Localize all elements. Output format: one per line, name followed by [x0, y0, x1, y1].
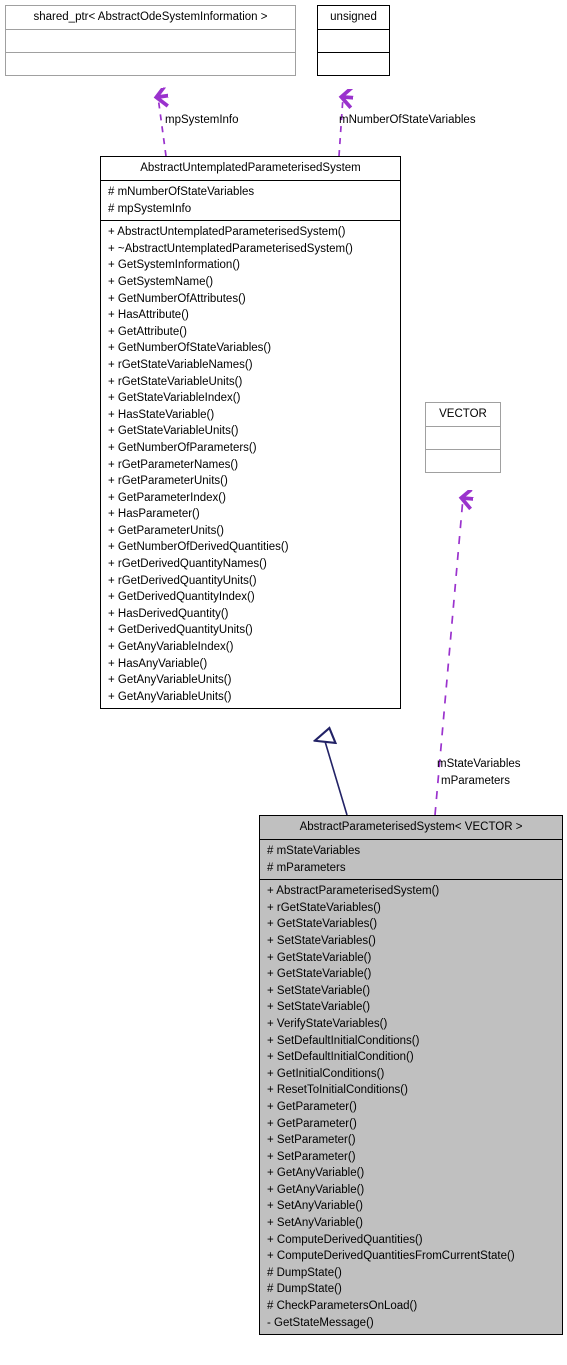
class-member-row: # mpSystemInfo	[108, 202, 192, 215]
class-member-row: # CheckParametersOnLoad()	[267, 1300, 418, 1313]
class-box-vector[interactable]: VECTOR	[425, 402, 501, 473]
class-member-row: + GetInitialConditions()	[267, 1067, 385, 1080]
operations-compartment-shared-ptr	[6, 53, 295, 75]
inheritance-edge	[324, 738, 348, 816]
class-member-row: + rGetDerivedQuantityNames()	[108, 558, 267, 571]
class-member-row: + GetAnyVariable()	[267, 1167, 365, 1180]
class-member-row: # mNumberOfStateVariables	[108, 186, 255, 198]
class-member-row: + SetParameter()	[267, 1134, 356, 1147]
class-box-abstract-parameterised-system[interactable]: AbstractParameterisedSystem< VECTOR > # …	[259, 815, 563, 1336]
class-member-row: + SetAnyVariable()	[267, 1200, 363, 1213]
class-member-row: + AbstractParameterisedSystem()	[267, 885, 440, 898]
class-member-row: + SetStateVariables()	[267, 934, 376, 947]
class-member-row: + GetStateVariable()	[267, 951, 372, 964]
class-member-row: + ~AbstractUntemplatedParameterisedSyste…	[108, 242, 353, 255]
class-member-row: + GetAnyVariableIndex()	[108, 641, 234, 654]
class-member-row: + rGetParameterNames()	[108, 458, 239, 471]
edge-label-mpsysteminfo: mpSystemInfo	[165, 114, 239, 126]
class-member-row: + GetParameterIndex()	[108, 491, 226, 504]
class-member-row: + HasDerivedQuantity()	[108, 607, 229, 620]
class-member-row: + GetStateVariableIndex()	[108, 392, 241, 405]
class-member-row: + SetDefaultInitialConditions()	[267, 1034, 420, 1047]
class-member-row: + VerifyStateVariables()	[267, 1017, 388, 1030]
class-member-row: + GetStateVariableUnits()	[108, 425, 239, 438]
operations-compartment-derived: + AbstractParameterisedSystem() + rGetSta…	[260, 880, 562, 1334]
class-member-row: + ResetToInitialConditions()	[267, 1084, 408, 1097]
class-member-row: - GetStateMessage()	[267, 1316, 374, 1329]
class-title-shared-ptr: shared_ptr< AbstractOdeSystemInformation…	[33, 11, 268, 23]
class-member-row: + GetParameter()	[267, 1100, 357, 1113]
class-member-row: + GetAnyVariableUnits()	[108, 690, 232, 703]
attributes-compartment-base: # mNumberOfStateVariables # mpSystemInfo	[101, 181, 400, 220]
class-member-row: + GetAnyVariableUnits()	[108, 674, 232, 687]
class-member-row: + ComputeDerivedQuantitiesFromCurrentSta…	[267, 1250, 515, 1263]
class-member-row: + GetSystemInformation()	[108, 259, 240, 272]
class-member-row: + HasParameter()	[108, 508, 200, 521]
class-box-shared-ptr[interactable]: shared_ptr< AbstractOdeSystemInformation…	[5, 5, 296, 76]
class-member-row: + GetAnyVariable()	[267, 1183, 365, 1196]
class-member-row: + GetStateVariables()	[267, 918, 378, 931]
class-member-row: + GetStateVariable()	[267, 968, 372, 981]
class-member-row: + rGetStateVariableNames()	[108, 358, 253, 371]
class-title-derived: AbstractParameterisedSystem< VECTOR >	[299, 821, 523, 833]
class-member-row: + GetAttribute()	[108, 325, 187, 338]
class-member-row: + AbstractUntemplatedParameterisedSystem…	[108, 226, 346, 239]
class-member-row: # mParameters	[267, 861, 346, 874]
class-member-row: + GetNumberOfParameters()	[108, 441, 257, 454]
attributes-compartment-derived: # mStateVariables # mParameters	[260, 840, 562, 879]
class-member-row: + rGetDerivedQuantityUnits()	[108, 574, 257, 587]
edge-label-mnumberofstatevariables: mNumberOfStateVariables	[339, 114, 476, 126]
class-member-row: + GetDerivedQuantityUnits()	[108, 624, 253, 637]
edge-label-mstatevariables: mStateVariables	[437, 758, 521, 770]
class-member-row: + HasAttribute()	[108, 309, 189, 322]
class-title-vector: VECTOR	[439, 408, 487, 420]
class-box-unsigned[interactable]: unsigned	[317, 5, 390, 76]
class-member-row: # DumpState()	[267, 1283, 342, 1296]
class-member-row: # mStateVariables	[267, 845, 361, 857]
class-title-base: AbstractUntemplatedParameterisedSystem	[140, 162, 361, 174]
class-member-row: + HasStateVariable()	[108, 408, 215, 421]
class-member-row: + HasAnyVariable()	[108, 657, 208, 670]
class-box-abstract-untemplated-parameterised-system[interactable]: AbstractUntemplatedParameterisedSystem #…	[100, 156, 401, 710]
attributes-compartment-shared-ptr	[6, 30, 295, 52]
attributes-compartment-vector	[426, 427, 500, 449]
class-member-row: + SetAnyVariable()	[267, 1217, 363, 1230]
class-member-row: + rGetStateVariables()	[267, 901, 381, 914]
class-member-row: + GetParameter()	[267, 1117, 357, 1130]
class-member-row: + ComputeDerivedQuantities()	[267, 1233, 423, 1246]
class-member-row: + SetStateVariable()	[267, 984, 371, 997]
operations-compartment-vector	[426, 450, 500, 472]
class-member-row: + SetDefaultInitialCondition()	[267, 1051, 414, 1064]
class-member-row: + GetNumberOfStateVariables()	[108, 342, 272, 355]
class-member-row: + GetNumberOfAttributes()	[108, 292, 246, 305]
class-member-row: + GetNumberOfDerivedQuantities()	[108, 541, 289, 554]
class-member-row: + GetDerivedQuantityIndex()	[108, 591, 255, 604]
class-member-row: + rGetParameterUnits()	[108, 475, 228, 488]
attributes-compartment-unsigned	[318, 30, 389, 52]
class-member-row: + SetParameter()	[267, 1150, 356, 1163]
class-member-row: + GetSystemName()	[108, 275, 214, 288]
class-member-row: # DumpState()	[267, 1266, 342, 1279]
class-member-row: + GetParameterUnits()	[108, 524, 224, 537]
class-member-row: + rGetStateVariableUnits()	[108, 375, 243, 388]
edge-label-mparameters: mParameters	[441, 775, 511, 787]
class-title-unsigned: unsigned	[330, 11, 377, 23]
operations-compartment-unsigned	[318, 53, 389, 75]
class-member-row: + SetStateVariable()	[267, 1001, 371, 1014]
operations-compartment-base: + AbstractUntemplatedParameterisedSystem…	[101, 221, 400, 708]
